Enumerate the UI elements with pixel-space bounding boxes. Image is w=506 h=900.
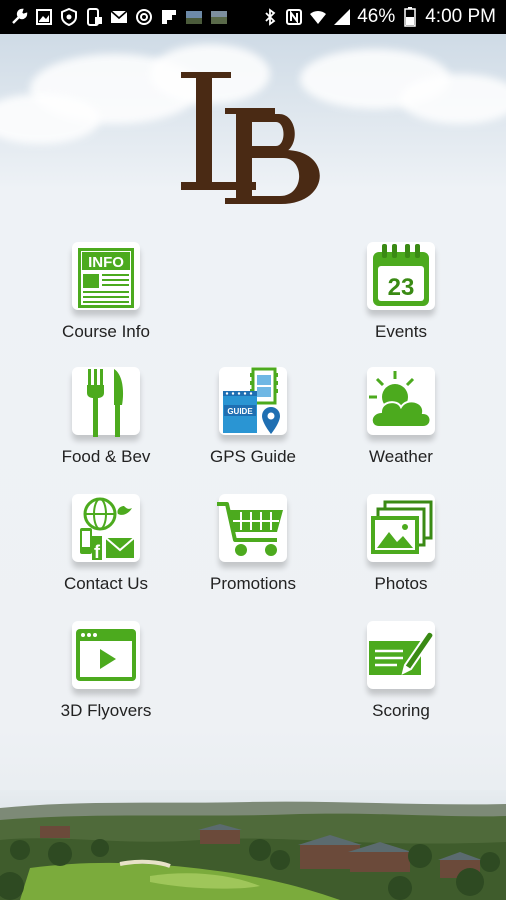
cart-icon [217, 502, 283, 556]
menu-label: GPS Guide [210, 447, 296, 466]
menu-promotions[interactable]: Promotions [183, 492, 323, 594]
status-bar: 46% 4:00 PM [0, 0, 506, 34]
svg-text:INFO: INFO [88, 254, 124, 271]
menu-label: Course Info [62, 322, 150, 341]
wifi-icon [309, 8, 327, 26]
mail-icon [110, 8, 128, 26]
battery-icon [401, 7, 419, 27]
calendar-day: 23 [388, 274, 415, 301]
gps-guide-icon: GUIDE [223, 367, 280, 434]
battery-percent: 46% [357, 6, 396, 27]
at-icon [135, 8, 153, 26]
menu-gps-guide[interactable]: GUIDE GPS Guide [183, 365, 323, 467]
svg-text:f: f [94, 542, 101, 562]
system-status: 46% 4:00 PM [261, 6, 496, 28]
menu-label: 3D Flyovers [60, 701, 152, 720]
contact-icon: f [80, 497, 135, 562]
photo-icon [185, 8, 203, 26]
menu-course-info[interactable]: INFO Course Info [36, 240, 176, 342]
image-icon [35, 8, 53, 26]
nfc-icon [285, 8, 303, 26]
signal-icon [333, 8, 351, 26]
menu-label: Contact Us [63, 574, 149, 593]
menu-weather[interactable]: Weather [331, 365, 471, 467]
menu-label: Photos [374, 574, 428, 593]
clock: 4:00 PM [425, 6, 496, 27]
lb-logo [181, 72, 320, 204]
phone-icon [85, 8, 103, 26]
menu-photos[interactable]: Photos [331, 492, 471, 594]
shield-icon [60, 8, 78, 26]
menu-contact-us[interactable]: f Contact Us [36, 492, 176, 594]
wrench-icon [10, 8, 28, 26]
sun-cloud-icon [369, 371, 432, 428]
scorecard-pencil-icon [369, 630, 435, 675]
notification-icons [10, 8, 228, 26]
menu-3d-flyovers[interactable]: 3D Flyovers [36, 619, 176, 721]
menu-events[interactable]: 23 Events [331, 240, 471, 342]
menu-food-bev[interactable]: Food & Bev [36, 365, 176, 467]
flipboard-icon [160, 8, 178, 26]
info-newspaper-icon: INFO [78, 248, 134, 308]
menu-label: Promotions [210, 574, 296, 593]
menu-label: Weather [369, 447, 433, 466]
video-icon [76, 629, 136, 681]
menu-label: Food & Bev [61, 447, 151, 466]
menu-label: Events [375, 322, 427, 341]
guide-text: GUIDE [227, 407, 253, 416]
menu-scoring[interactable]: Scoring [331, 619, 471, 721]
fork-knife-icon [87, 369, 124, 437]
photo-icon [210, 8, 228, 26]
bluetooth-icon [261, 8, 279, 26]
menu-label: Scoring [372, 701, 430, 720]
photos-icon [371, 500, 433, 554]
calendar-icon: 23 [373, 244, 429, 306]
golf-course-landscape [0, 790, 506, 900]
